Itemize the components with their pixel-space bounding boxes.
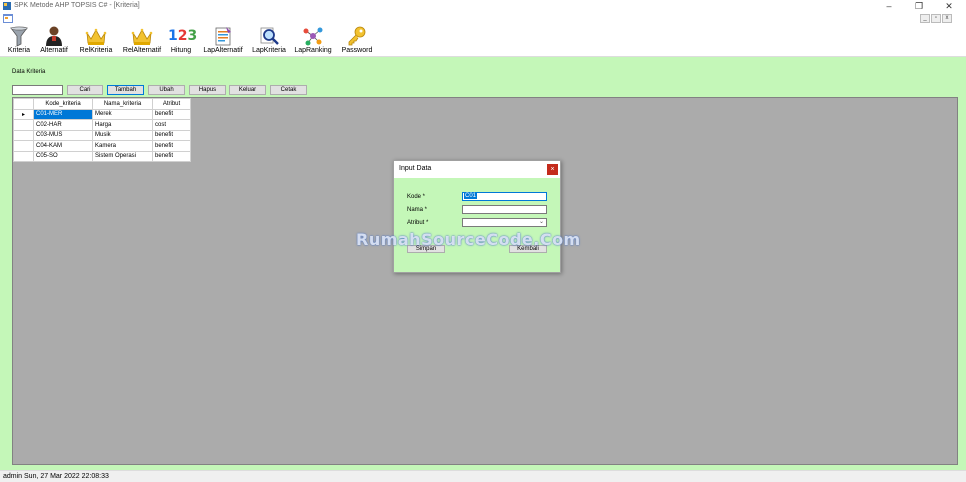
mdi-close-button[interactable]: x <box>942 14 952 23</box>
filter-icon <box>10 26 28 47</box>
table-cell[interactable]: Merek <box>92 108 153 120</box>
dialog-title-bar[interactable]: Input Data × <box>394 161 560 178</box>
toolbar-lapalternatif-label: LapAlternatif <box>203 47 243 54</box>
title-bar: SPK Metode AHP TOPSIS C# - [Kriteria] – … <box>0 0 966 13</box>
atribut-select[interactable]: ⌄ <box>462 218 547 227</box>
table-cell[interactable]: benefit <box>152 108 191 120</box>
toolbar-kriteria-label: Kriteria <box>7 47 31 54</box>
close-button[interactable]: ✕ <box>934 0 964 13</box>
table-row[interactable]: C02-HAR Harga cost <box>13 119 191 131</box>
hapus-button[interactable]: Hapus <box>189 85 226 95</box>
mdi-minimize-button[interactable]: _ <box>920 14 930 23</box>
key-icon <box>348 26 366 46</box>
row-header <box>13 129 34 141</box>
row-header <box>13 140 34 152</box>
table-cell[interactable]: benefit <box>152 150 191 162</box>
kriteria-table: Kode_kriteria Nama_kriteria Atribut ▸ C0… <box>13 98 191 162</box>
table-cell[interactable]: benefit <box>152 129 191 141</box>
keluar-button[interactable]: Keluar <box>229 85 266 95</box>
toolbar: Kriteria Alternatif RelKriteria RelAlter… <box>0 24 966 57</box>
search-input[interactable] <box>12 85 63 95</box>
table-cell[interactable]: cost <box>152 119 191 131</box>
network-icon <box>303 27 323 46</box>
row-header-corner <box>13 98 34 110</box>
dialog-close-button[interactable]: × <box>547 164 558 175</box>
table-row[interactable]: C04-KAM Kamera benefit <box>13 140 191 152</box>
toolbar-lapranking-button[interactable]: LapRanking <box>291 24 335 57</box>
kode-label: Kode * <box>407 194 426 200</box>
atribut-label: Atribut * <box>407 220 429 226</box>
minimize-button[interactable]: – <box>874 0 904 13</box>
table-cell[interactable]: C02-HAR <box>33 119 93 131</box>
table-cell[interactable]: Musik <box>92 129 153 141</box>
data-grid[interactable]: Kode_kriteria Nama_kriteria Atribut ▸ C0… <box>12 97 958 465</box>
crown-icon <box>131 28 153 45</box>
column-header-atribut[interactable]: Atribut <box>152 98 191 110</box>
row-header <box>13 119 34 131</box>
toolbar-relkriteria-label: RelKriteria <box>79 47 113 54</box>
child-window-icon[interactable] <box>3 14 13 23</box>
crown-icon <box>85 28 107 45</box>
mdi-restore-button[interactable]: ▫ <box>931 14 941 23</box>
column-header-kode[interactable]: Kode_kriteria <box>33 98 93 110</box>
nama-field[interactable] <box>462 205 547 214</box>
kode-value: C01 <box>464 193 478 199</box>
toolbar-alternatif-label: Alternatif <box>40 47 68 54</box>
user-icon <box>46 26 62 46</box>
toolbar-lapalternatif-button[interactable]: LapAlternatif <box>199 24 247 57</box>
current-row-indicator: ▸ <box>13 108 34 120</box>
cari-button[interactable]: Cari <box>67 85 103 95</box>
toolbar-relalternatif-button[interactable]: RelAlternatif <box>118 24 166 57</box>
table-row[interactable]: ▸ C01-MER Merek benefit <box>13 108 191 120</box>
toolbar-hitung-label: Hitung <box>170 47 192 54</box>
toolbar-alternatif-button[interactable]: Alternatif <box>36 24 72 57</box>
chevron-down-icon: ⌄ <box>538 219 544 225</box>
toolbar-hitung-button[interactable]: 123 Hitung <box>168 24 198 57</box>
status-text: admin Sun, 27 Mar 2022 22:08:33 <box>3 473 109 480</box>
toolbar-password-label: Password <box>341 47 373 54</box>
toolbar-kriteria-button[interactable]: Kriteria <box>4 24 34 57</box>
nama-label: Nama * <box>407 207 428 213</box>
table-cell[interactable]: Harga <box>92 119 153 131</box>
numbers-icon: 123 <box>168 28 198 44</box>
toolbar-lapkriteria-button[interactable]: LapKriteria <box>249 24 289 57</box>
tambah-button[interactable]: Tambah <box>107 85 144 95</box>
toolbar-relkriteria-button[interactable]: RelKriteria <box>76 24 116 57</box>
table-cell[interactable]: Sistem Operasi <box>92 150 153 162</box>
table-cell[interactable]: Kamera <box>92 140 153 152</box>
restore-button[interactable]: ❐ <box>904 0 934 13</box>
app-icon <box>3 2 11 10</box>
cetak-button[interactable]: Cetak <box>270 85 307 95</box>
input-data-dialog: Input Data × Kode * C01 Nama * Atribut *… <box>393 160 561 273</box>
magnifier-icon <box>260 27 279 45</box>
toolbar-relalternatif-label: RelAlternatif <box>122 47 162 54</box>
column-header-nama[interactable]: Nama_kriteria <box>92 98 153 110</box>
ubah-button[interactable]: Ubah <box>148 85 185 95</box>
table-row[interactable]: C03-MUS Musik benefit <box>13 129 191 141</box>
mdi-menu-bar: _ ▫ x <box>0 13 966 24</box>
table-cell[interactable]: C03-MUS <box>33 129 93 141</box>
table-cell[interactable]: benefit <box>152 140 191 152</box>
kode-field[interactable]: C01 <box>462 192 547 201</box>
table-header-row: Kode_kriteria Nama_kriteria Atribut <box>13 98 191 110</box>
report-icon <box>215 27 231 46</box>
table-cell[interactable]: C01-MER <box>33 108 93 120</box>
dialog-title: Input Data <box>399 165 432 172</box>
watermark-text: RumahSourceCode.Com <box>356 230 581 249</box>
status-bar: admin Sun, 27 Mar 2022 22:08:33 <box>0 470 966 482</box>
form-title: Data Kriteria <box>12 69 46 75</box>
table-cell[interactable]: C05-SO <box>33 150 93 162</box>
table-cell[interactable]: C04-KAM <box>33 140 93 152</box>
window-title: SPK Metode AHP TOPSIS C# - [Kriteria] <box>14 2 140 9</box>
toolbar-lapranking-label: LapRanking <box>294 47 332 54</box>
table-row[interactable]: C05-SO Sistem Operasi benefit <box>13 150 191 162</box>
toolbar-lapkriteria-label: LapKriteria <box>252 47 286 54</box>
toolbar-password-button[interactable]: Password <box>339 24 375 57</box>
row-header <box>13 150 34 162</box>
